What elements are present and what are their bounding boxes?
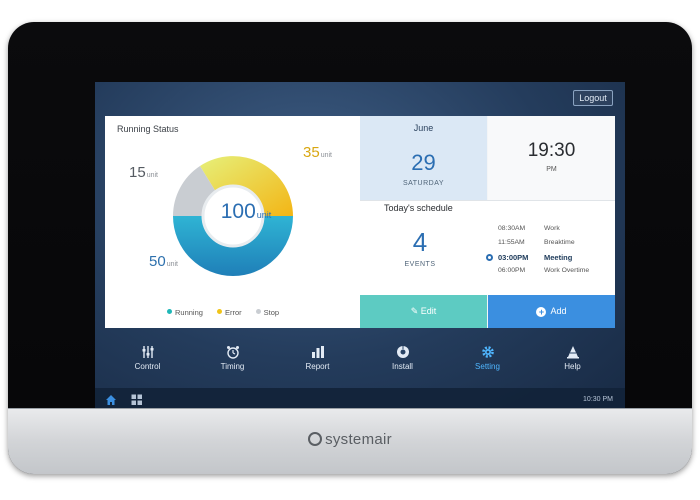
add-button[interactable]: + Add bbox=[488, 295, 615, 328]
events-label: EVENTS bbox=[404, 261, 436, 268]
device-frame: Logout Running Status 100unit 35unit 15u… bbox=[8, 22, 692, 474]
nav-item-control[interactable]: Control bbox=[105, 338, 190, 382]
donut-total-value: 100unit bbox=[220, 200, 272, 223]
schedule-title: Today's schedule bbox=[384, 203, 453, 213]
sliders-icon bbox=[142, 346, 153, 358]
clock-time: 19:30 bbox=[527, 140, 576, 161]
dashboard-panel: Running Status 100unit 35unit 15unit 50u… bbox=[105, 116, 615, 328]
brand-logo: systemair bbox=[8, 431, 692, 448]
events-count: 4 bbox=[412, 227, 428, 257]
schedule-item[interactable]: 11:55AM Breaktime bbox=[486, 237, 611, 251]
brand-mark-icon bbox=[308, 432, 323, 446]
install-icon bbox=[396, 346, 409, 358]
legend-item-stop: Stop bbox=[255, 308, 279, 317]
schedule-card: Today's schedule 4 EVENTS 08:30AM Work 1… bbox=[360, 200, 615, 295]
status-bar-clock: 10:30 PM bbox=[583, 396, 613, 403]
pencil-icon: ✎ bbox=[410, 306, 419, 316]
schedule-item[interactable]: 08:30AM Work bbox=[486, 223, 611, 237]
clock-card[interactable]: 19:30 PM bbox=[488, 116, 615, 200]
weekday-label: SATURDAY bbox=[402, 180, 445, 187]
schedule-item[interactable]: 06:00PM Work Overtime bbox=[486, 265, 611, 279]
bar-chart-icon bbox=[311, 346, 324, 358]
schedule-list: 08:30AM Work 11:55AM Breaktime 03:00PM M… bbox=[486, 223, 611, 279]
cone-icon bbox=[566, 346, 579, 359]
gear-icon bbox=[481, 346, 494, 358]
home-icon[interactable] bbox=[105, 394, 117, 406]
day-number: 29 bbox=[411, 150, 436, 175]
edit-button[interactable]: ✎ Edit bbox=[360, 295, 487, 328]
nav-item-report[interactable]: Report bbox=[275, 338, 360, 382]
month-label: June bbox=[413, 123, 434, 133]
nav-item-setting[interactable]: Setting bbox=[445, 334, 530, 386]
device-bottom-bezel: systemair bbox=[8, 408, 692, 474]
stop-value-label: 15unit bbox=[129, 164, 158, 181]
running-status-title: Running Status bbox=[117, 124, 179, 134]
apps-grid-icon[interactable] bbox=[131, 394, 143, 406]
plus-icon: + bbox=[536, 307, 547, 317]
logout-button[interactable]: Logout bbox=[573, 90, 613, 106]
schedule-item-current[interactable]: 03:00PM Meeting bbox=[486, 251, 611, 265]
error-value-label: 35unit bbox=[303, 144, 332, 161]
main-nav: Control Timing Report Install Setting He… bbox=[105, 334, 615, 386]
date-card[interactable]: June 29 SATURDAY bbox=[360, 116, 487, 200]
running-value-label: 50unit bbox=[149, 253, 178, 270]
running-status-card: Running Status 100unit 35unit 15unit 50u… bbox=[105, 116, 360, 328]
touch-screen: Logout Running Status 100unit 35unit 15u… bbox=[95, 82, 625, 412]
legend-item-running: Running bbox=[167, 308, 203, 317]
nav-item-timing[interactable]: Timing bbox=[190, 338, 275, 382]
alarm-clock-icon bbox=[226, 346, 239, 359]
clock-ampm: PM bbox=[546, 166, 557, 173]
current-event-indicator-icon bbox=[486, 254, 493, 261]
nav-item-install[interactable]: Install bbox=[360, 338, 445, 382]
running-status-legend: Running Error Stop bbox=[167, 308, 279, 317]
legend-item-error: Error bbox=[216, 308, 242, 317]
nav-item-help[interactable]: Help bbox=[530, 338, 615, 382]
